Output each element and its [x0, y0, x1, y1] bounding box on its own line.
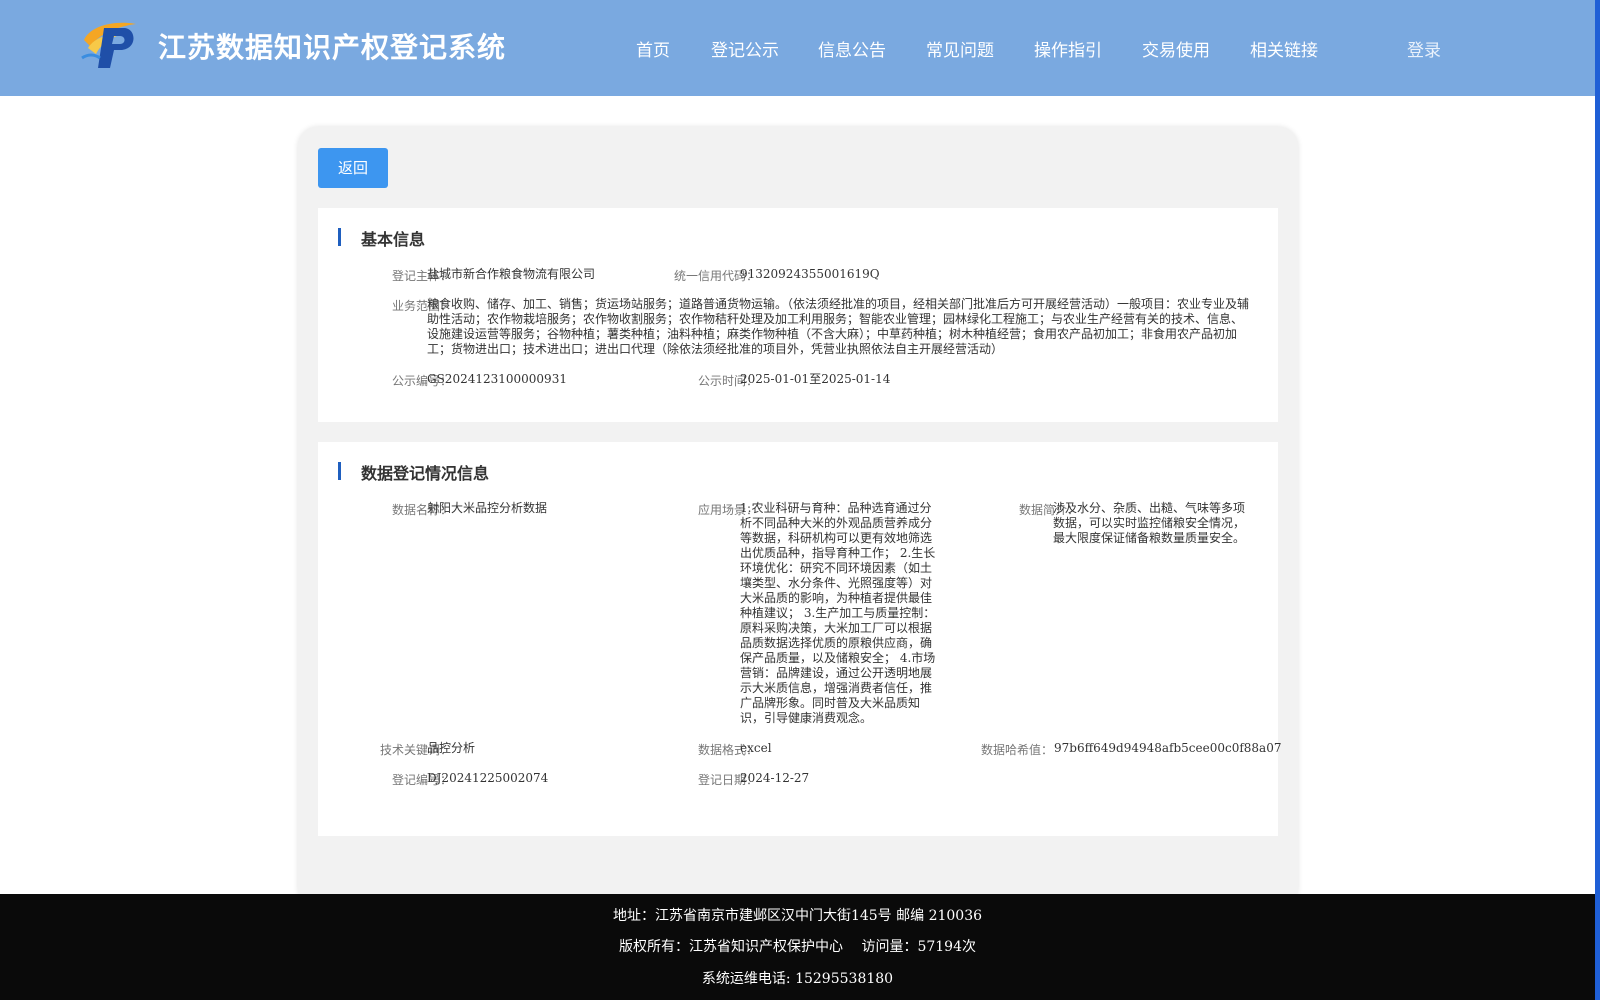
system-title: 江苏数据知识产权登记系统 [158, 31, 507, 64]
section-marker [338, 462, 341, 480]
section-title-registration-info: 数据登记情况信息 [361, 464, 490, 483]
footer-copyright: 版权所有：江苏省知识产权保护中心 访问量：57194次 [619, 939, 976, 955]
notice-time-value: 2025-01-01至2025-01-14 [740, 372, 891, 386]
registration-info-panel: 数据登记情况信息 数据名称： 射阳大米品控分析数据 应用场景： 1.农业科研与育… [318, 442, 1282, 836]
credit-code-value: 91320924355001619Q [740, 267, 880, 281]
scenario-value: 1.农业科研与育种：品种选育通过分析不同品种大米的外观品质营养成分等数据，科研机… [740, 501, 936, 725]
format-value: excel [740, 741, 772, 755]
top-header: 江苏数据知识产权登记系统 首页 登记公示 信息公告 常见问题 操作指引 交易使用… [0, 0, 1595, 96]
nav-related-links[interactable]: 相关链接 [1250, 36, 1318, 61]
nav-home[interactable]: 首页 [636, 36, 670, 61]
subject-value: 盐城市新合作粮食物流有限公司 [427, 267, 596, 281]
nav-trade-use[interactable]: 交易使用 [1142, 36, 1210, 61]
scrollbar[interactable] [1595, 0, 1600, 1000]
notice-no-value: GS2024123100000931 [427, 372, 567, 386]
nav-operation-guide[interactable]: 操作指引 [1034, 36, 1102, 61]
keyword-value: 品控分析 [427, 741, 476, 755]
nav-registration-notice[interactable]: 登记公示 [711, 36, 779, 61]
footer-phone: 系统运维电话: 15295538180 [701, 971, 894, 987]
hash-label: 数据哈希值： [980, 743, 1053, 757]
data-name-value: 射阳大米品控分析数据 [427, 501, 548, 515]
logo-icon [81, 22, 136, 68]
footer-address: 地址：江苏省南京市建邺区汉中门大街145号 邮编 210036 [612, 908, 983, 924]
reg-date-value: 2024-12-27 [740, 771, 810, 785]
page-footer: 地址：江苏省南京市建邺区汉中门大街145号 邮编 210036 版权所有：江苏省… [0, 894, 1595, 1000]
nav-faq[interactable]: 常见问题 [926, 36, 994, 61]
back-button[interactable]: 返回 [318, 148, 388, 188]
scope-value: 粮食收购、储存、加工、销售；货运场站服务；道路普通货物运输。（依法须经批准的项目… [427, 297, 1250, 356]
basic-info-panel: 基本信息 登记主体： 盐城市新合作粮食物流有限公司 统一信用代码： 913209… [318, 208, 1278, 422]
intro-value: 涉及水分、杂质、出糙、气味等多项数据，可以实时监控储粮安全情况，最大限度保证储备… [1053, 501, 1246, 545]
section-marker [338, 228, 341, 246]
login-link[interactable]: 登录 [1407, 36, 1441, 61]
nav-info-announcement[interactable]: 信息公告 [818, 36, 886, 61]
hash-value: 97b6ff649d94948afb5cee00c0f88a07 [1054, 741, 1282, 755]
section-title-basic-info: 基本信息 [361, 230, 426, 249]
reg-no-value: DJ20241225002074 [427, 771, 549, 785]
